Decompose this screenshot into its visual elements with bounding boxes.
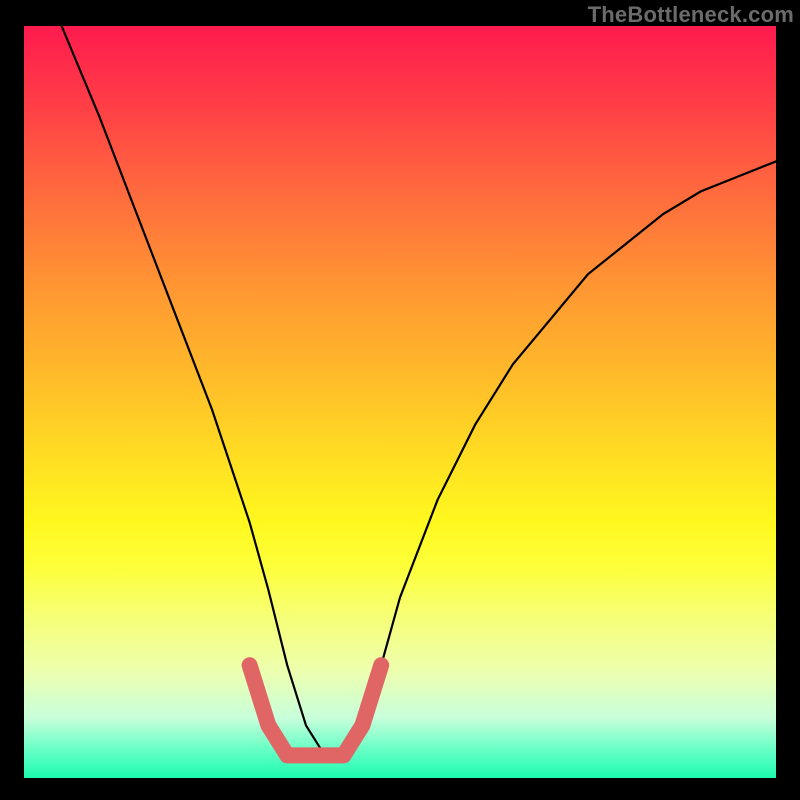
chart-svg: [24, 26, 776, 778]
watermark-text: TheBottleneck.com: [588, 2, 794, 28]
chart-plot-area: [24, 26, 776, 778]
main-curve-line: [62, 26, 776, 755]
chart-frame: TheBottleneck.com: [0, 0, 800, 800]
